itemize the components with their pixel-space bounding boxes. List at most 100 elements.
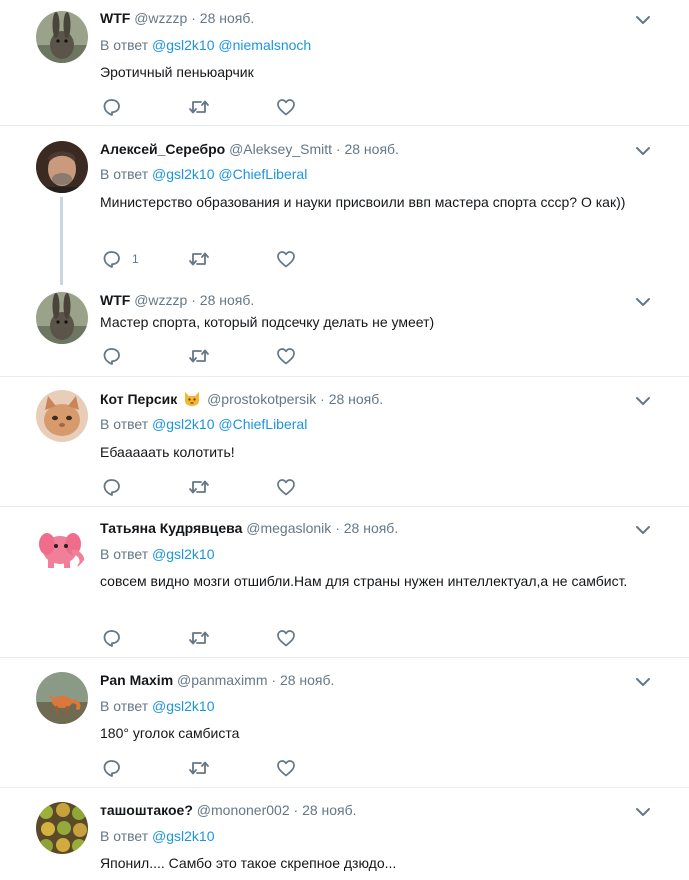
tweet-text: Мастер спорта, который подсечку делать н…: [100, 314, 435, 330]
chevron-down-icon[interactable]: [634, 295, 652, 309]
separator-dot: ·: [293, 802, 299, 818]
author-handle[interactable]: @mononer002: [197, 802, 290, 818]
author-name[interactable]: Татьяна Кудрявцева: [100, 520, 242, 536]
mention-link[interactable]: @gsl2k10: [152, 166, 214, 182]
retweet-button[interactable]: [188, 345, 210, 367]
avatar[interactable]: [36, 802, 88, 854]
retweet-button[interactable]: [188, 627, 210, 649]
like-button[interactable]: [276, 627, 296, 649]
reply-context: В ответ @gsl2k10: [100, 696, 215, 716]
author-name[interactable]: Pan Maxim: [100, 672, 173, 688]
author-handle[interactable]: @megaslonik: [246, 520, 331, 536]
avatar[interactable]: [36, 520, 88, 572]
reply-icon: [102, 97, 122, 117]
chevron-down-icon[interactable]: [634, 805, 652, 819]
retweet-button[interactable]: [188, 248, 210, 270]
retweet-button[interactable]: [188, 96, 210, 118]
retweet-icon: [188, 477, 210, 497]
tweet-timestamp[interactable]: 28 нояб.: [280, 672, 334, 688]
like-button[interactable]: [276, 96, 296, 118]
tweet: ташоштакое? @mononer002 · 28 нояб. В отв…: [0, 800, 689, 880]
mention-link[interactable]: @niemalsnoch: [218, 37, 311, 53]
chevron-down-icon[interactable]: [634, 394, 652, 408]
author-handle[interactable]: @prostokotpersik: [207, 391, 316, 407]
reply-context: В ответ @gsl2k10: [100, 826, 215, 846]
retweet-button[interactable]: [188, 476, 210, 498]
divider: [0, 376, 689, 377]
reply-prefix: В ответ: [100, 546, 149, 562]
tweet-timestamp[interactable]: 28 нояб.: [302, 802, 356, 818]
tweet-timestamp[interactable]: 28 нояб.: [200, 10, 254, 26]
divider: [0, 657, 689, 658]
reply-button[interactable]: [102, 627, 132, 649]
avatar[interactable]: [36, 11, 88, 63]
separator-dot: ·: [335, 520, 340, 536]
author-handle[interactable]: @wzzzp: [134, 10, 187, 26]
tweet-timestamp[interactable]: 28 нояб.: [344, 141, 398, 157]
reply-context: В ответ @gsl2k10 @ChiefLiberal: [100, 414, 307, 434]
reply-button[interactable]: 1: [102, 248, 139, 270]
tweet: Алексей_Серебро @Aleksey_Smitt · 28 нояб…: [0, 139, 689, 285]
reply-prefix: В ответ: [100, 828, 149, 844]
chevron-down-icon[interactable]: [634, 144, 652, 158]
reply-context: В ответ @gsl2k10 @ChiefLiberal: [100, 164, 307, 184]
tweet: Pan Maxim @panmaximm · 28 нояб. В ответ …: [0, 670, 689, 787]
author-name[interactable]: ташоштакое?: [100, 802, 193, 818]
mention-link[interactable]: @gsl2k10: [152, 37, 214, 53]
thread-line: [60, 197, 63, 285]
tweet-timestamp[interactable]: 28 нояб.: [200, 292, 254, 308]
author-handle[interactable]: @wzzzp: [134, 292, 187, 308]
chevron-down-icon[interactable]: [634, 13, 652, 27]
mention-link[interactable]: @gsl2k10: [152, 546, 214, 562]
author-name[interactable]: Алексей_Серебро: [100, 141, 225, 157]
tweet: WTF @wzzzp · 28 нояб. Мастер спорта, кот…: [0, 290, 689, 376]
author-name[interactable]: WTF: [100, 10, 130, 26]
avatar[interactable]: [36, 672, 88, 724]
separator-dot: ·: [191, 10, 196, 26]
like-button[interactable]: [276, 248, 296, 270]
heart-icon: [276, 346, 296, 366]
tweet-timestamp[interactable]: 28 нояб.: [344, 520, 398, 536]
reply-button[interactable]: [102, 345, 132, 367]
like-button[interactable]: [276, 345, 296, 367]
reply-icon: [102, 477, 122, 497]
mention-link[interactable]: @gsl2k10: [152, 416, 214, 432]
author-handle[interactable]: @panmaximm: [177, 672, 267, 688]
mention-link[interactable]: @ChiefLiberal: [218, 416, 307, 432]
separator-dot: ·: [271, 672, 277, 688]
avatar[interactable]: [36, 390, 88, 442]
reply-prefix: В ответ: [100, 166, 149, 182]
like-button[interactable]: [276, 476, 296, 498]
tweet-text: Министерство образования и науки присвои…: [100, 194, 626, 210]
avatar[interactable]: [36, 141, 88, 193]
reply-count: 1: [132, 252, 139, 266]
reply-prefix: В ответ: [100, 698, 149, 714]
mention-link[interactable]: @gsl2k10: [152, 828, 214, 844]
reply-button[interactable]: [102, 757, 132, 779]
chevron-down-icon[interactable]: [634, 675, 652, 689]
tweet-text: Японил.... Самбо это такое скрепное дзюд…: [100, 855, 397, 871]
author-handle[interactable]: @Aleksey_Smitt: [229, 141, 332, 157]
reply-button[interactable]: [102, 476, 132, 498]
mention-link[interactable]: @gsl2k10: [152, 698, 214, 714]
retweet-icon: [188, 249, 210, 269]
reply-icon: [102, 249, 122, 269]
reply-prefix: В ответ: [100, 416, 149, 432]
author-name[interactable]: WTF: [100, 292, 130, 308]
retweet-button[interactable]: [188, 757, 210, 779]
retweet-icon: [188, 758, 210, 778]
divider: [0, 125, 689, 126]
tweet-text: совсем видно мозги отшибли.Нам для стран…: [100, 573, 628, 589]
heart-icon: [276, 249, 296, 269]
tweet-text: 180° уголок самбиста: [100, 725, 240, 741]
reply-button[interactable]: [102, 96, 132, 118]
retweet-icon: [188, 346, 210, 366]
author-name[interactable]: Кот Персик: [100, 391, 177, 407]
reply-context: В ответ @gsl2k10: [100, 544, 215, 564]
like-button[interactable]: [276, 757, 296, 779]
chevron-down-icon[interactable]: [634, 523, 652, 537]
tweet-timestamp[interactable]: 28 нояб.: [329, 391, 383, 407]
avatar[interactable]: [36, 292, 88, 344]
separator-dot: ·: [335, 141, 341, 157]
mention-link[interactable]: @ChiefLiberal: [218, 166, 307, 182]
